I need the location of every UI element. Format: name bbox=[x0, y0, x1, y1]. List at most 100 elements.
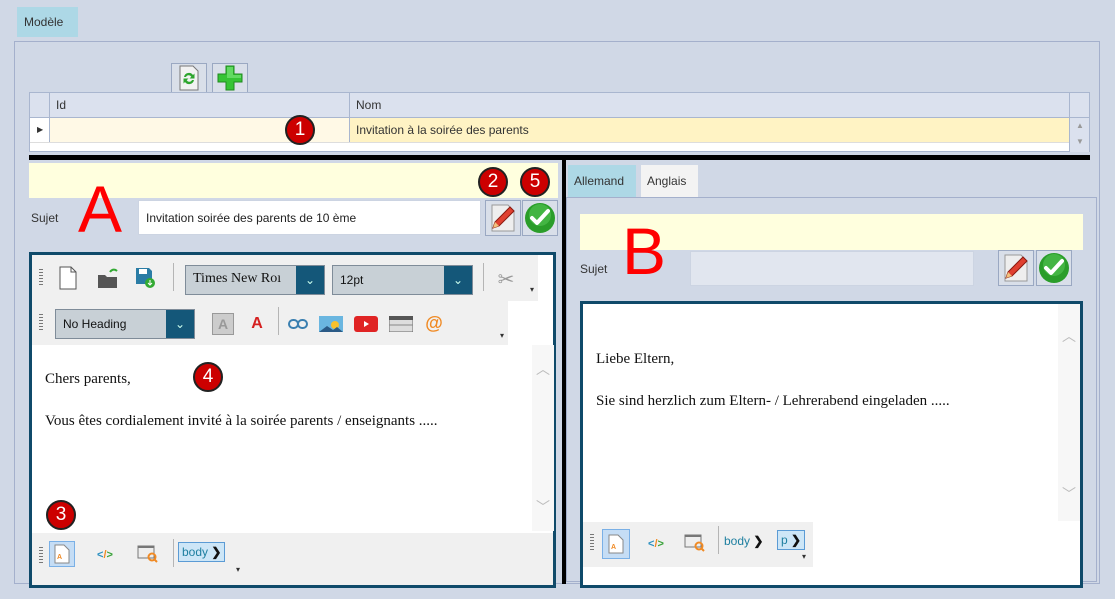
toolbar-grip[interactable] bbox=[39, 547, 43, 565]
preview-button[interactable] bbox=[135, 543, 161, 565]
font-color-button[interactable]: A bbox=[246, 313, 268, 335]
edit-button[interactable] bbox=[998, 250, 1034, 286]
open-button[interactable] bbox=[94, 263, 122, 293]
toolbar-separator bbox=[278, 307, 279, 335]
toolbar-overflow-icon[interactable]: ▾ bbox=[802, 552, 806, 561]
preview-icon bbox=[137, 545, 158, 563]
green-plus-icon bbox=[217, 65, 243, 91]
row-selector-icon[interactable]: ▶ bbox=[30, 118, 50, 142]
chevron-up-icon[interactable]: ︿ bbox=[536, 359, 550, 379]
subject-label: Sujet bbox=[31, 211, 59, 225]
chevron-down-icon[interactable]: ﹀ bbox=[536, 497, 550, 517]
toolbar-separator bbox=[483, 263, 484, 291]
validate-button[interactable] bbox=[1036, 250, 1072, 286]
toolbar-grip[interactable] bbox=[590, 534, 594, 552]
marker-4: 4 bbox=[193, 362, 223, 392]
highlight-icon: A bbox=[217, 316, 229, 332]
editor-content-line-2[interactable]: Sie sind herzlich zum Eltern- / Lehrerab… bbox=[596, 393, 950, 410]
font-family-select[interactable]: Times New Roı ⌄ bbox=[185, 265, 325, 295]
grid-scrollbar[interactable]: ▲ ▼ bbox=[1069, 118, 1089, 152]
editor-content-line-1[interactable]: Liebe Eltern, bbox=[596, 351, 674, 368]
font-size-select[interactable]: 12pt ⌄ bbox=[332, 265, 473, 295]
marker-5: 5 bbox=[520, 167, 550, 197]
splitter-horizontal[interactable] bbox=[29, 155, 1090, 160]
toolbar-overflow-icon[interactable]: ▾ bbox=[236, 565, 240, 574]
new-document-icon bbox=[59, 266, 77, 290]
toolbar-separator bbox=[173, 539, 174, 567]
chevron-right-icon: ❯ bbox=[753, 534, 764, 548]
refresh-document-icon bbox=[179, 65, 199, 91]
svg-text:A: A bbox=[611, 544, 616, 551]
new-document-button[interactable] bbox=[56, 263, 80, 293]
refresh-button[interactable] bbox=[171, 63, 207, 93]
toolbar-overflow-icon[interactable]: ▾ bbox=[500, 331, 504, 340]
design-view-icon: A bbox=[608, 534, 624, 554]
preview-icon bbox=[684, 534, 705, 552]
insert-image-button[interactable] bbox=[318, 313, 344, 335]
open-folder-icon bbox=[98, 268, 118, 288]
editor-bottom-bar: A </> body ❯ ▾ bbox=[32, 533, 553, 585]
insert-video-button[interactable] bbox=[353, 313, 379, 335]
annotation-a: A bbox=[78, 172, 123, 246]
design-view-icon: A bbox=[54, 544, 70, 564]
preview-button[interactable] bbox=[682, 532, 708, 554]
breadcrumb-body[interactable]: body ❯ bbox=[178, 542, 226, 562]
design-view-button[interactable]: A bbox=[49, 541, 75, 567]
svg-text:A: A bbox=[57, 554, 62, 561]
insert-email-button[interactable]: @ bbox=[422, 312, 446, 334]
toolbar-separator bbox=[173, 263, 174, 291]
breadcrumb-p[interactable]: p ❯ bbox=[777, 530, 806, 550]
chevron-up-icon[interactable]: ︿ bbox=[1062, 326, 1076, 346]
column-header-id[interactable]: Id bbox=[50, 93, 350, 117]
save-button[interactable] bbox=[133, 263, 157, 293]
toolbar-separator bbox=[718, 526, 719, 554]
background-color-button[interactable]: A bbox=[212, 313, 234, 335]
tab-modele[interactable]: Modèle bbox=[17, 7, 78, 37]
cell-nom[interactable]: Invitation à la soirée des parents bbox=[350, 118, 1070, 142]
editor-content-line-2[interactable]: Vous êtes cordialement invité à la soiré… bbox=[45, 413, 438, 430]
chevron-down-icon[interactable]: ﹀ bbox=[1062, 484, 1076, 504]
scissors-icon: ✂ bbox=[497, 268, 515, 291]
code-icon: </> bbox=[648, 538, 664, 550]
breadcrumb-body[interactable]: body ❯ bbox=[724, 534, 763, 548]
toolbar-grip[interactable] bbox=[39, 269, 43, 287]
heading-select[interactable]: No Heading ⌄ bbox=[55, 309, 195, 339]
subject-input[interactable]: Invitation soirée des parents de 10 ème bbox=[138, 200, 481, 235]
insert-link-button[interactable] bbox=[286, 313, 310, 335]
editor-scrollbar[interactable]: ︿ ﹀ bbox=[1058, 304, 1080, 521]
subject-input-translation[interactable] bbox=[690, 251, 974, 286]
tab-anglais[interactable]: Anglais bbox=[641, 165, 698, 197]
scroll-up-icon[interactable]: ▲ bbox=[1076, 121, 1084, 130]
breadcrumb-label: body bbox=[724, 534, 751, 548]
edit-button[interactable] bbox=[485, 200, 521, 236]
subject-label: Sujet bbox=[580, 262, 608, 276]
chevron-down-icon[interactable]: ⌄ bbox=[166, 310, 194, 338]
table-row[interactable]: ▶ Invitation à la soirée des parents bbox=[30, 118, 1070, 143]
editor-content-line-1[interactable]: Chers parents, bbox=[45, 371, 131, 388]
toolbar-overflow-icon[interactable]: ▾ bbox=[530, 285, 534, 294]
tab-allemand[interactable]: Allemand bbox=[568, 165, 636, 197]
html-view-button[interactable]: </> bbox=[643, 534, 669, 554]
cut-button[interactable]: ✂ bbox=[494, 267, 518, 291]
annotation-b: B bbox=[622, 214, 667, 288]
html-view-button[interactable]: </> bbox=[92, 545, 118, 565]
editor-bottom-bar: A </> body ❯ p ❯ ▾ bbox=[583, 522, 813, 567]
design-view-button[interactable]: A bbox=[602, 529, 630, 559]
validate-button[interactable] bbox=[522, 200, 558, 236]
insert-table-button[interactable] bbox=[388, 313, 414, 335]
column-header-nom[interactable]: Nom bbox=[350, 93, 1070, 117]
scroll-down-icon[interactable]: ▼ bbox=[1076, 137, 1084, 146]
font-family-value: Times New Roı bbox=[193, 271, 282, 286]
toolbar-grip[interactable] bbox=[39, 314, 43, 332]
editor-scrollbar[interactable]: ︿ ﹀ bbox=[532, 345, 554, 531]
font-color-icon: A bbox=[251, 315, 263, 332]
row-header-corner bbox=[30, 93, 50, 117]
code-icon: </> bbox=[97, 549, 113, 561]
link-icon bbox=[288, 319, 308, 329]
chevron-down-icon[interactable]: ⌄ bbox=[296, 266, 324, 294]
right-html-editor: Liebe Eltern, Sie sind herzlich zum Elte… bbox=[580, 301, 1083, 588]
add-button[interactable] bbox=[212, 63, 248, 93]
left-html-editor: Times New Roı ⌄ 12pt ⌄ ✂ ▾ No Heading ⌄ … bbox=[29, 252, 556, 588]
youtube-icon bbox=[354, 316, 378, 332]
chevron-down-icon[interactable]: ⌄ bbox=[444, 266, 472, 294]
